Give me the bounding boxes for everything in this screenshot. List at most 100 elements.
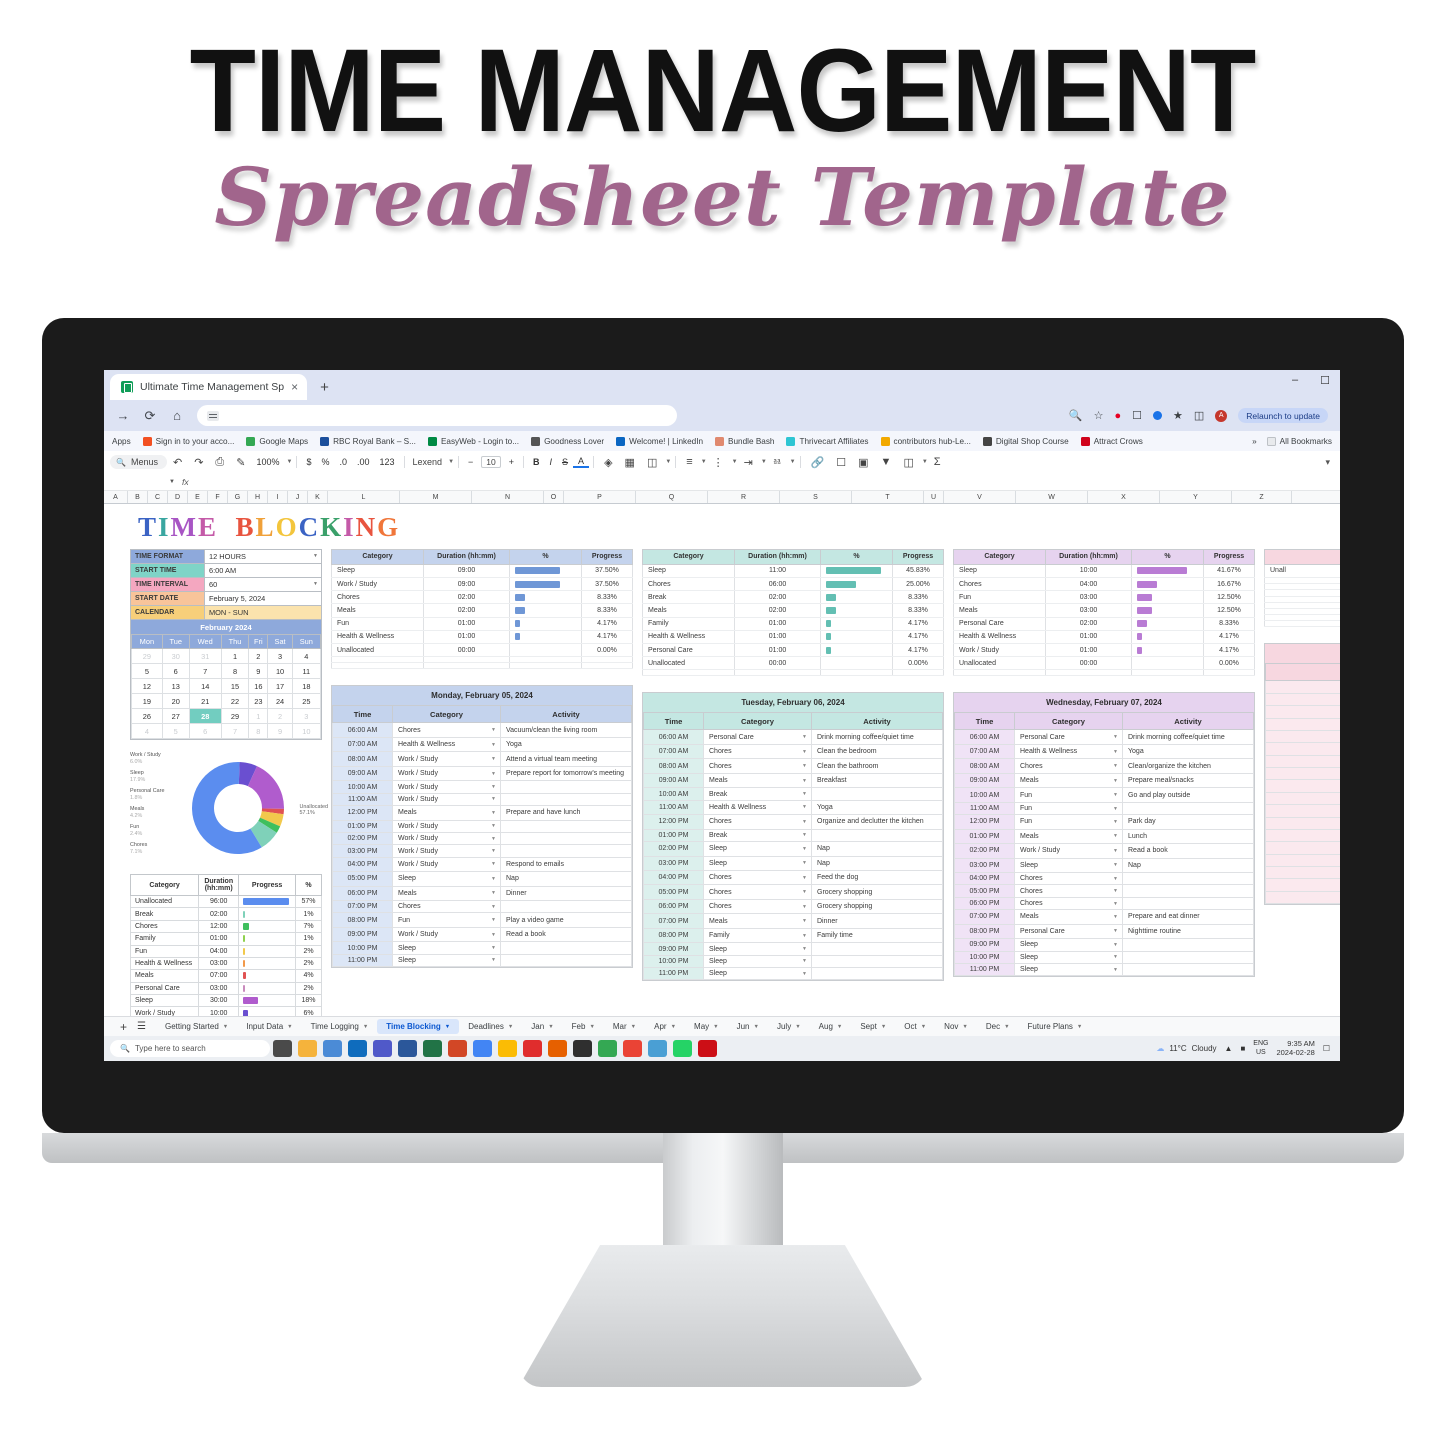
calendar-day[interactable]: 6	[161, 663, 190, 679]
calendar-day[interactable]: 28	[188, 708, 222, 724]
setting-value[interactable]: February 5, 2024	[204, 591, 322, 606]
schedule-category-select[interactable]: Family ▼	[703, 927, 812, 944]
schedule-activity[interactable]: Prepare and eat dinner	[1122, 909, 1254, 925]
toolbar-collapse-icon[interactable]: ▾	[1325, 457, 1334, 468]
schedule-category-select[interactable]: Work / Study ▼	[392, 792, 501, 807]
chevron-down-icon[interactable]: ▼	[1077, 1024, 1082, 1030]
schedule-activity[interactable]: Dinner	[500, 885, 632, 902]
chevron-down-icon[interactable]: ▼	[671, 1024, 676, 1030]
insert-chart-icon[interactable]: ▣	[852, 456, 874, 469]
schedule-category-select[interactable]: Fun ▼	[1014, 787, 1123, 803]
text-wrap-icon[interactable]: ⇥	[738, 456, 759, 469]
address-bar[interactable]	[197, 405, 677, 426]
column-header-J[interactable]: J	[288, 491, 308, 503]
text-color-button[interactable]: A	[573, 456, 590, 468]
schedule-activity[interactable]: Nap	[500, 871, 632, 887]
chevron-down-icon[interactable]: ▼	[790, 459, 796, 465]
chevron-down-icon[interactable]: ▼	[802, 933, 807, 939]
show-hidden-icons-chevron-icon[interactable]: ▲	[1225, 1044, 1233, 1053]
schedule-category-select[interactable]: Chores ▼	[392, 722, 501, 738]
schedule-activity[interactable]: Nap	[811, 855, 943, 871]
redo-icon[interactable]: ↷	[188, 456, 209, 469]
schedule-activity[interactable]: Family time	[811, 927, 943, 944]
schedule-category-select[interactable]: Sleep ▼	[703, 967, 812, 981]
schedule-activity[interactable]	[1122, 884, 1254, 898]
calendar-day[interactable]: 6	[188, 723, 222, 739]
strikethrough-button[interactable]: S	[557, 457, 573, 467]
calendar-day[interactable]: 8	[248, 723, 269, 739]
paint-format-icon[interactable]: ✎	[230, 456, 251, 469]
battery-icon[interactable]: ■	[1240, 1044, 1245, 1053]
site-settings-icon[interactable]	[207, 410, 219, 421]
font-size-input[interactable]: 10	[481, 456, 501, 468]
chevron-down-icon[interactable]: ▼	[589, 1024, 594, 1030]
chevron-down-icon[interactable]: ▼	[1113, 806, 1118, 812]
calculator-icon[interactable]	[323, 1040, 342, 1057]
column-header-R[interactable]: R	[708, 491, 780, 503]
column-header-O[interactable]: O	[544, 491, 564, 503]
column-header-Z[interactable]: Z	[1232, 491, 1292, 503]
schedule-activity[interactable]	[1122, 872, 1254, 886]
schedule-category-select[interactable]: Chores ▼	[703, 743, 812, 760]
schedule-category-select[interactable]: Sleep ▼	[1014, 857, 1123, 874]
schedule-category-select[interactable]: Sleep ▼	[703, 841, 812, 857]
bookmark-item[interactable]: Thrivecart Affiliates	[786, 436, 869, 446]
chrome-icon[interactable]	[473, 1040, 492, 1057]
schedule-category-select[interactable]: Chores ▼	[1014, 758, 1123, 774]
schedule-activity[interactable]: Yoga	[1122, 743, 1254, 760]
sheet-tab-aug[interactable]: Aug ▼	[810, 1019, 852, 1034]
bookmark-star-icon[interactable]: ☆	[1094, 409, 1104, 422]
column-header-T[interactable]: T	[852, 491, 924, 503]
all-bookmarks-button[interactable]: All Bookmarks	[1266, 436, 1332, 446]
chevron-down-icon[interactable]: ▼	[1004, 1024, 1009, 1030]
sheet-tab-deadlines[interactable]: Deadlines ▼	[459, 1019, 522, 1034]
schedule-category-select[interactable]: Chores ▼	[392, 900, 501, 914]
sheet-tab-dec[interactable]: Dec ▼	[977, 1019, 1019, 1034]
schedule-category-select[interactable]: Chores ▼	[703, 884, 812, 900]
sheet-tab-time-logging[interactable]: Time Logging ▼	[302, 1019, 378, 1034]
chevron-down-icon[interactable]: ▼	[491, 784, 496, 790]
column-header-M[interactable]: M	[400, 491, 472, 503]
bookmark-item[interactable]: Apps	[112, 437, 131, 446]
extension-blue-icon[interactable]	[1152, 411, 1162, 420]
powerpoint-icon[interactable]	[448, 1040, 467, 1057]
schedule-category-select[interactable]: Sleep ▼	[1014, 938, 1123, 952]
chrome2-icon[interactable]	[598, 1040, 617, 1057]
chevron-down-icon[interactable]: ▼	[1113, 914, 1118, 920]
increase-font-size-button[interactable]: +	[504, 457, 519, 467]
schedule-activity[interactable]: Play a video game	[500, 912, 632, 928]
schedule-category-select[interactable]: Meals ▼	[392, 805, 501, 821]
schedule-category-select[interactable]: Chores ▼	[1014, 884, 1123, 898]
sheet-tab-oct[interactable]: Oct ▼	[895, 1019, 935, 1034]
schedule-activity[interactable]	[811, 787, 943, 801]
calendar-day[interactable]: 5	[131, 663, 163, 679]
schedule-category-select[interactable]: Chores ▼	[1014, 896, 1123, 911]
firefox-icon[interactable]	[548, 1040, 567, 1057]
schedule-category-select[interactable]: Personal Care ▼	[1014, 729, 1123, 745]
calendar-day[interactable]: 24	[267, 693, 293, 709]
schedule-activity[interactable]	[1122, 896, 1254, 911]
bookmark-item[interactable]: Bundle Bash	[715, 436, 774, 446]
schedule-category-select[interactable]: Personal Care ▼	[1014, 923, 1123, 940]
setting-value[interactable]: MON - SUN	[204, 605, 322, 620]
schedule-category-select[interactable]: Work / Study ▼	[392, 831, 501, 846]
column-header-W[interactable]: W	[1016, 491, 1088, 503]
schedule-activity[interactable]: Drink morning coffee/quiet time	[811, 729, 943, 745]
sheet-tab-input-data[interactable]: Input Data ▼	[237, 1019, 301, 1034]
column-header-B[interactable]: B	[128, 491, 148, 503]
sheet-tab-nov[interactable]: Nov ▼	[935, 1019, 977, 1034]
schedule-activity[interactable]	[811, 954, 943, 969]
chevron-down-icon[interactable]: ▼	[921, 1024, 926, 1030]
schedule-category-select[interactable]: Chores ▼	[703, 898, 812, 915]
schedule-activity[interactable]	[811, 942, 943, 956]
cast-icon[interactable]: ☐	[1132, 409, 1142, 422]
schedule-category-select[interactable]: Health & Wellness ▼	[1014, 743, 1123, 760]
more-formats-button[interactable]: 123	[375, 457, 400, 467]
browser-tab[interactable]: Ultimate Time Management Sp ×	[110, 374, 308, 400]
functions-icon[interactable]: Σ	[928, 456, 947, 468]
sheet-tab-time-blocking[interactable]: Time Blocking ▼	[377, 1019, 460, 1034]
sheet-tab-mar[interactable]: Mar ▼	[604, 1019, 645, 1034]
chevron-down-icon[interactable]: ▼	[1113, 833, 1118, 839]
schedule-activity[interactable]: Clean/organize the kitchen	[1122, 758, 1254, 774]
schedule-category-select[interactable]: Fun ▼	[1014, 801, 1123, 816]
